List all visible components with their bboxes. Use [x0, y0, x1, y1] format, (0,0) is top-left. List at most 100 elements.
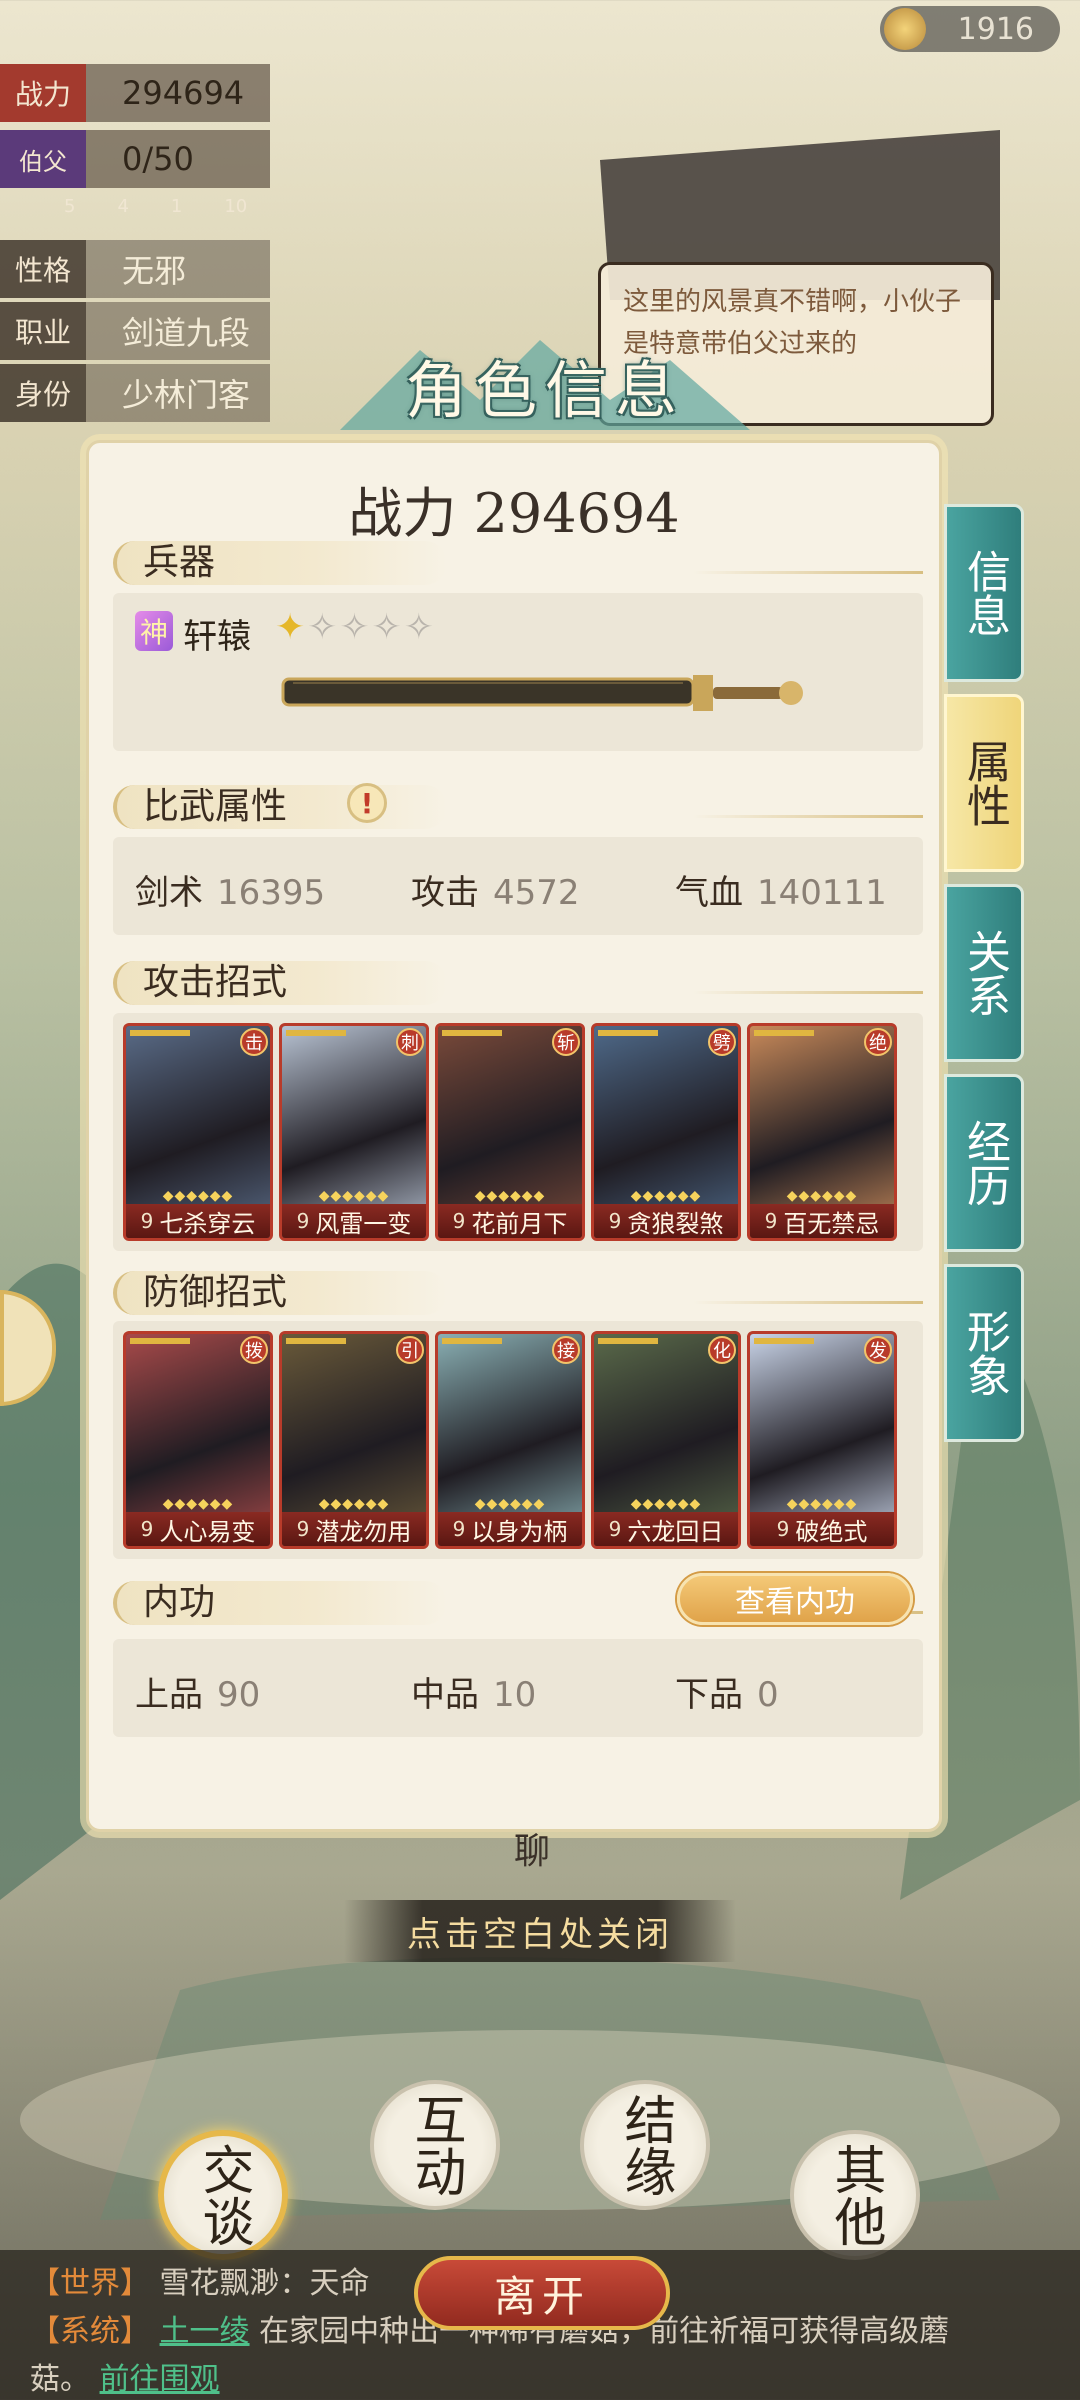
tab-attributes[interactable]: 属性	[944, 694, 1024, 872]
section-defense-header: 防御招式	[113, 1263, 923, 1315]
skill-card[interactable]: 刺 ◆◆◆◆◆◆ 9 风雷一变	[279, 1023, 429, 1241]
stats-box: 剑术 16395 攻击 4572 气血 140111	[113, 837, 923, 935]
skill-card[interactable]: 接 ◆◆◆◆◆◆ 9 以身为柄	[435, 1331, 585, 1549]
profile-identity-row: 身份 少林门客	[0, 364, 270, 422]
profile-power-value: 294694	[122, 74, 245, 112]
other-label: 其他	[825, 2143, 885, 2247]
neigong-low: 下品 0	[675, 1675, 779, 1715]
chat-link[interactable]: 前往围观	[100, 2362, 220, 2397]
tab-info[interactable]: 信息	[944, 504, 1024, 682]
skill-card-bar	[130, 1030, 190, 1036]
bond-button[interactable]: 结缘	[580, 2080, 710, 2210]
talk-button[interactable]: 交谈	[158, 2130, 288, 2260]
skill-stars: ◆◆◆◆◆◆	[630, 1496, 702, 1512]
skill-card[interactable]: 化 ◆◆◆◆◆◆ 9 六龙回日	[591, 1331, 741, 1549]
skill-name: 人心易变	[159, 1517, 256, 1546]
star-empty-icon: ✧	[371, 607, 404, 648]
currency-counter: 1916	[880, 6, 1060, 52]
skill-stars: ◆◆◆◆◆◆	[162, 1188, 234, 1204]
skill-name-bar: 9 贪狼裂煞	[594, 1204, 738, 1238]
skill-card-bar	[754, 1030, 814, 1036]
skill-level: 9	[608, 1517, 622, 1541]
skill-stars: ◆◆◆◆◆◆	[786, 1188, 858, 1204]
defense-skills-box: 拨 ◆◆◆◆◆◆ 9 人心易变引 ◆◆◆◆◆◆ 9 潜龙勿用接 ◆◆◆◆◆◆ 9 以身为柄化 ◆◆◆…	[113, 1321, 923, 1559]
section-neigong-label: 内功	[143, 1582, 216, 1623]
skill-level: 9	[608, 1209, 622, 1233]
skill-name: 百无禁忌	[783, 1209, 880, 1238]
star-empty-icon: ✧	[403, 607, 436, 648]
profile-uncle-row: 伯父 0/50	[0, 130, 270, 188]
dialog-title: 角色信息	[404, 354, 685, 427]
attack-skills-box: 击 ◆◆◆◆◆◆ 9 七杀穿云刺 ◆◆◆◆◆◆ 9 风雷一变斩 ◆◆◆◆◆◆ 9 花前月下劈 ◆◆◆…	[113, 1013, 923, 1251]
skill-level: 9	[296, 1209, 310, 1233]
skill-level: 9	[140, 1517, 154, 1541]
other-button[interactable]: 其他	[790, 2130, 920, 2260]
behind-chat-label: 聊	[514, 1831, 551, 1872]
skill-card-bar	[598, 1030, 658, 1036]
tab-label: 关系	[959, 929, 1010, 1017]
profile-identity-tag: 身份	[0, 364, 86, 422]
skill-name: 以身为柄	[471, 1517, 568, 1546]
skill-card[interactable]: 发 ◆◆◆◆◆◆ 9 破绝式	[747, 1331, 897, 1549]
skill-card[interactable]: 斩 ◆◆◆◆◆◆ 9 花前月下	[435, 1023, 585, 1241]
skill-card-bar	[442, 1030, 502, 1036]
skill-stars: ◆◆◆◆◆◆	[318, 1496, 390, 1512]
skill-card-bar	[598, 1338, 658, 1344]
leave-button[interactable]: 离开	[414, 2256, 670, 2330]
tab-history[interactable]: 经历	[944, 1074, 1024, 1252]
skill-card[interactable]: 拨 ◆◆◆◆◆◆ 9 人心易变	[123, 1331, 273, 1549]
tab-appearance[interactable]: 形象	[944, 1264, 1024, 1442]
skill-card-bar	[286, 1030, 346, 1036]
skill-type-badge: 引	[396, 1336, 424, 1364]
skill-card[interactable]: 击 ◆◆◆◆◆◆ 9 七杀穿云	[123, 1023, 273, 1241]
skill-level: 9	[140, 1209, 154, 1233]
weapon-rarity-badge: 神	[135, 611, 173, 651]
skill-card[interactable]: 劈 ◆◆◆◆◆◆ 9 贪狼裂煞	[591, 1023, 741, 1241]
section-weapon-header: 兵器	[113, 533, 923, 585]
skill-card[interactable]: 绝 ◆◆◆◆◆◆ 9 百无禁忌	[747, 1023, 897, 1241]
dialog-title-banner: 角色信息	[330, 330, 760, 440]
skill-name-bar: 9 人心易变	[126, 1512, 270, 1546]
section-attack-header: 攻击招式	[113, 953, 923, 1005]
section-stats-label: 比武属性	[143, 786, 288, 827]
skill-level: 9	[452, 1517, 466, 1541]
skill-level: 9	[452, 1209, 466, 1233]
section-neigong-header: 内功 查看内功	[113, 1573, 923, 1625]
star-filled-icon: ✦	[275, 607, 308, 648]
profile-uncle-tag: 伯父	[0, 130, 86, 188]
stat-attack: 攻击 4572	[411, 873, 580, 913]
skill-name: 七杀穿云	[159, 1209, 256, 1238]
skill-name-bar: 9 七杀穿云	[126, 1204, 270, 1238]
currency-value: 1916	[957, 11, 1034, 47]
star-empty-icon: ✧	[339, 607, 372, 648]
skill-type-badge: 发	[864, 1336, 892, 1364]
profile-uncle-value: 0/50	[122, 140, 194, 178]
tab-relations[interactable]: 关系	[944, 884, 1024, 1062]
close-hint[interactable]: 点击空白处关闭	[344, 1900, 736, 1962]
profile-power-tag: 战力	[0, 64, 86, 122]
skill-level: 9	[296, 1517, 310, 1541]
gift-count: 4	[117, 196, 129, 217]
chat-bubble-icon[interactable]	[0, 1290, 56, 1406]
talk-label: 交谈	[193, 2143, 253, 2247]
skill-stars: ◆◆◆◆◆◆	[630, 1188, 702, 1204]
alert-icon[interactable]: !	[347, 783, 387, 823]
skill-name-bar: 9 破绝式	[750, 1512, 894, 1546]
gift-count: 1	[170, 196, 183, 217]
skill-card-bar	[754, 1338, 814, 1344]
skill-card[interactable]: 引 ◆◆◆◆◆◆ 9 潜龙勿用	[279, 1331, 429, 1549]
tab-label: 信息	[959, 549, 1010, 637]
view-neigong-button[interactable]: 查看内功	[677, 1573, 913, 1625]
character-info-panel: 战力 294694 兵器 神 轩辕 ✦✧✧✧✧ 比武属性 ! 剑术 16395 攻…	[86, 440, 942, 1832]
tab-label: 形象	[959, 1309, 1010, 1397]
skill-type-badge: 斩	[552, 1028, 580, 1056]
weapon-box[interactable]: 神 轩辕 ✦✧✧✧✧	[113, 593, 923, 751]
profile-power-row: 战力 294694	[0, 64, 270, 122]
profile-identity-value: 少林门客	[122, 376, 251, 414]
section-stats-header: 比武属性 !	[113, 777, 923, 829]
neigong-box: 上品 90 中品 10 下品 0	[113, 1639, 923, 1737]
interact-button[interactable]: 互动	[370, 2080, 500, 2210]
skill-type-badge: 接	[552, 1336, 580, 1364]
skill-stars: ◆◆◆◆◆◆	[318, 1188, 390, 1204]
skill-card-bar	[130, 1338, 190, 1344]
